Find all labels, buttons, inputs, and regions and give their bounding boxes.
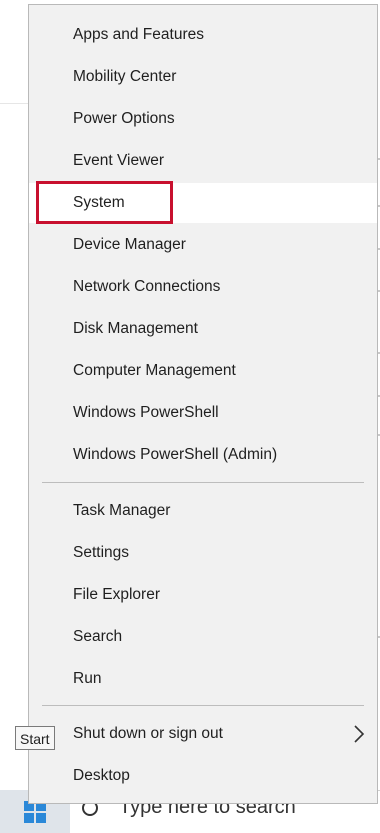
menu-item-label: Event Viewer bbox=[73, 152, 165, 169]
menu-item-label: Apps and Features bbox=[73, 26, 204, 43]
menu-item-search[interactable]: Search bbox=[29, 617, 377, 657]
menu-separator bbox=[42, 705, 364, 706]
menu-item-shut-down-or-sign-out[interactable]: Shut down or sign out bbox=[29, 714, 377, 754]
menu-item-label: Device Manager bbox=[73, 236, 186, 253]
menu-item-mobility-center[interactable]: Mobility Center bbox=[29, 57, 377, 97]
menu-item-label: Windows PowerShell bbox=[73, 404, 219, 421]
menu-item-windows-powershell-admin[interactable]: Windows PowerShell (Admin) bbox=[29, 435, 377, 475]
menu-item-label: Search bbox=[73, 628, 123, 645]
menu-item-network-connections[interactable]: Network Connections bbox=[29, 267, 377, 307]
menu-item-windows-powershell[interactable]: Windows PowerShell bbox=[29, 393, 377, 433]
menu-item-desktop[interactable]: Desktop bbox=[29, 756, 377, 796]
menu-item-label: Desktop bbox=[73, 767, 130, 784]
menu-item-label: Windows PowerShell (Admin) bbox=[73, 446, 278, 463]
menu-item-power-options[interactable]: Power Options bbox=[29, 99, 377, 139]
menu-item-label: Run bbox=[73, 670, 102, 687]
menu-item-computer-management[interactable]: Computer Management bbox=[29, 351, 377, 391]
menu-item-label: File Explorer bbox=[73, 586, 160, 603]
menu-item-label: Task Manager bbox=[73, 502, 171, 519]
menu-item-label: Disk Management bbox=[73, 320, 198, 337]
system-highlight-box bbox=[36, 181, 173, 224]
menu-item-label: Settings bbox=[73, 544, 130, 561]
menu-item-label: Mobility Center bbox=[73, 68, 177, 85]
menu-item-label: Network Connections bbox=[73, 278, 221, 295]
chevron-right-icon[interactable] bbox=[350, 724, 368, 744]
menu-item-label: Power Options bbox=[73, 110, 175, 127]
start-tooltip: Start bbox=[15, 726, 55, 750]
menu-item-device-manager[interactable]: Device Manager bbox=[29, 225, 377, 265]
menu-item-settings[interactable]: Settings bbox=[29, 533, 377, 573]
windows-logo-icon[interactable] bbox=[24, 801, 46, 823]
menu-item-file-explorer[interactable]: File Explorer bbox=[29, 575, 377, 615]
menu-item-task-manager[interactable]: Task Manager bbox=[29, 491, 377, 531]
menu-item-disk-management[interactable]: Disk Management bbox=[29, 309, 377, 349]
menu-item-run[interactable]: Run bbox=[29, 659, 377, 699]
menu-item-label: Computer Management bbox=[73, 362, 236, 379]
menu-item-label: Shut down or sign out bbox=[73, 725, 223, 742]
menu-item-event-viewer[interactable]: Event Viewer bbox=[29, 141, 377, 181]
menu-item-apps-and-features[interactable]: Apps and Features bbox=[29, 15, 377, 55]
background-divider bbox=[0, 103, 28, 104]
menu-separator bbox=[42, 482, 364, 483]
